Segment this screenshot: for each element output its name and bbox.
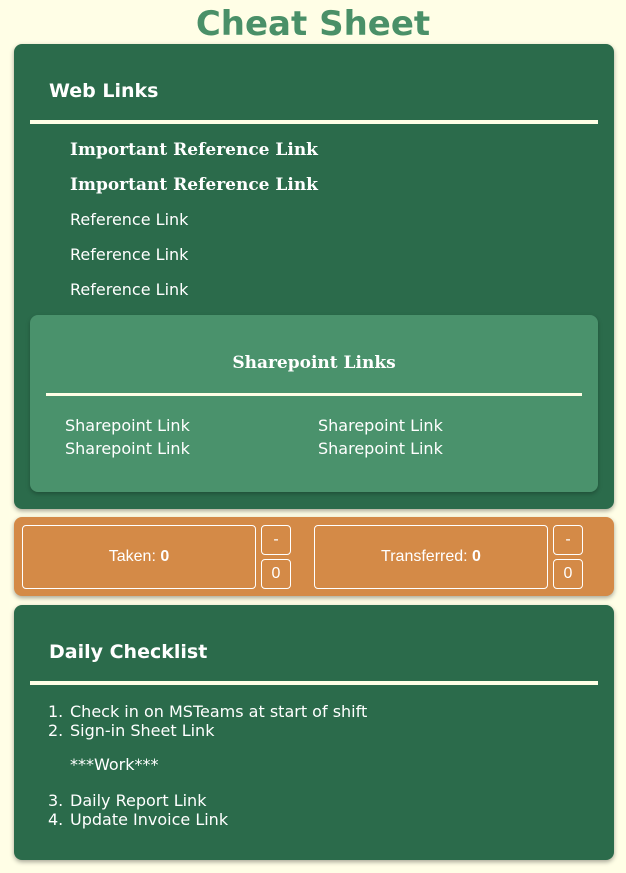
taken-label: Taken: [108,548,156,565]
daily-checklist-divider [30,681,598,685]
sharepoint-links-heading: Sharepoint Links [232,353,396,373]
reference-link-3[interactable]: Reference Link [70,280,188,300]
sharepoint-link-2[interactable]: Sharepoint Link [318,416,443,436]
web-links-divider [30,120,598,124]
sharepoint-link-3[interactable]: Sharepoint Link [65,439,190,459]
sharepoint-divider [46,393,582,396]
web-links-heading: Web Links [49,80,159,102]
taken-value: 0 [160,548,170,565]
daily-checklist-card: Daily Checklist 1. Check in on MSTeams at… [14,605,614,860]
checklist-item-number: 3. [48,791,64,810]
transferred-label: Transferred: [381,548,468,565]
taken-decrement-button[interactable]: - [261,525,291,555]
important-reference-link-2[interactable]: Important Reference Link [70,175,318,195]
daily-report-link[interactable]: Daily Report Link [70,791,206,810]
checklist-item-number: 4. [48,810,64,829]
checklist-item-number: 2. [48,721,64,740]
sharepoint-link-1[interactable]: Sharepoint Link [65,416,190,436]
reference-link-1[interactable]: Reference Link [70,210,188,230]
checklist-item-text: Check in on MSTeams at start of shift [70,702,368,721]
important-reference-link-1[interactable]: Important Reference Link [70,140,318,160]
transferred-count-button[interactable]: 0 [553,559,583,589]
sign-in-sheet-link[interactable]: Sign-in Sheet Link [70,721,214,740]
update-invoice-link[interactable]: Update Invoice Link [70,810,228,829]
web-links-card: Web Links Important Reference Link Impor… [14,44,614,509]
checklist-item-3: 3. Daily Report Link [48,791,206,810]
checklist-item-2: 2. Sign-in Sheet Link [48,721,214,740]
daily-checklist-heading: Daily Checklist [49,641,208,663]
counter-bar: Taken: 0 - 0 Transferred: 0 - 0 [14,517,614,596]
reference-link-2[interactable]: Reference Link [70,245,188,265]
checklist-item-4: 4. Update Invoice Link [48,810,228,829]
taken-counter: Taken: 0 [22,525,256,589]
checklist-item-1: 1. Check in on MSTeams at start of shift [48,702,367,721]
work-note: ***Work*** [70,755,159,774]
checklist-item-number: 1. [48,702,64,721]
page-title: Cheat Sheet [195,4,431,44]
sharepoint-link-4[interactable]: Sharepoint Link [318,439,443,459]
transferred-decrement-button[interactable]: - [553,525,583,555]
transferred-counter: Transferred: 0 [314,525,548,589]
taken-count-button[interactable]: 0 [261,559,291,589]
transferred-value: 0 [472,548,481,565]
sharepoint-links-panel: Sharepoint Links Sharepoint Link Sharepo… [30,315,598,492]
